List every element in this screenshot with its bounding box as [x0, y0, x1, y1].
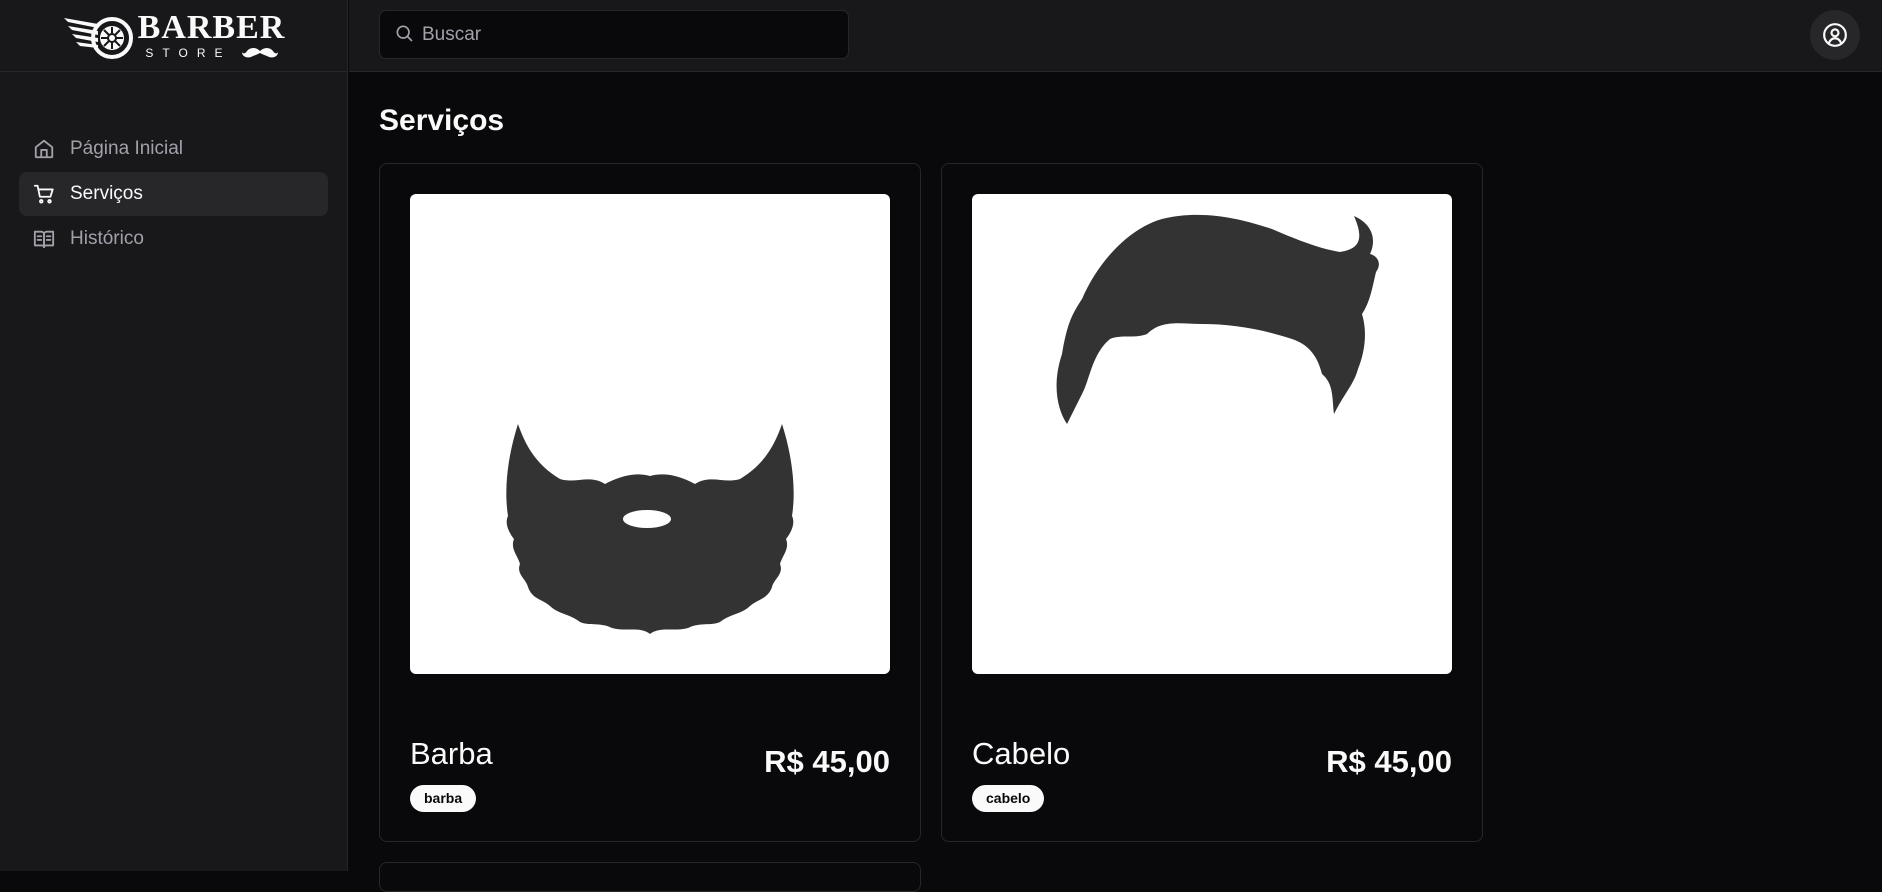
home-icon [34, 139, 54, 159]
cart-icon [33, 184, 54, 204]
sidebar-item-historico[interactable]: Histórico [19, 217, 328, 261]
user-menu-button[interactable] [1810, 10, 1860, 60]
service-card-cabelo[interactable]: Cabelo R$ 45,00 cabelo [941, 163, 1483, 842]
beard-icon [506, 424, 794, 634]
winged-wheel-icon [63, 16, 133, 59]
service-card-partial[interactable] [379, 862, 921, 892]
service-price: R$ 45,00 [764, 744, 890, 779]
service-name: Cabelo [972, 736, 1071, 771]
sidebar-item-label: Serviços [70, 183, 143, 204]
mustache-icon [241, 48, 278, 58]
page-title: Serviços [379, 104, 505, 137]
topbar [349, 0, 1882, 72]
service-image [972, 194, 1452, 674]
logo[interactable]: BARBER STORE [62, 10, 286, 62]
service-image [410, 194, 890, 674]
search-icon [396, 25, 413, 42]
service-card-barba[interactable]: Barba R$ 45,00 barba [379, 163, 921, 842]
hair-icon [1056, 214, 1379, 424]
logo-text: BARBER [137, 9, 286, 46]
book-open-icon [33, 230, 55, 249]
logo-subtext: STORE [145, 46, 232, 60]
service-name: Barba [410, 736, 493, 771]
sidebar-item-label: Histórico [70, 228, 144, 249]
search-box[interactable] [379, 10, 849, 59]
service-tag: barba [410, 785, 477, 812]
sidebar: BARBER STORE Página Inicial Serviços His… [0, 0, 348, 871]
sidebar-item-pagina-inicial[interactable]: Página Inicial [19, 127, 328, 171]
search-input[interactable] [420, 22, 824, 47]
sidebar-nav: Página Inicial Serviços Histórico [0, 72, 347, 261]
user-circle-icon [1823, 23, 1847, 47]
service-price: R$ 45,00 [1326, 744, 1452, 779]
sidebar-item-label: Página Inicial [70, 138, 184, 159]
service-tag: cabelo [972, 785, 1045, 812]
logo-area: BARBER STORE [0, 0, 347, 72]
sidebar-item-servicos[interactable]: Serviços [19, 172, 328, 216]
